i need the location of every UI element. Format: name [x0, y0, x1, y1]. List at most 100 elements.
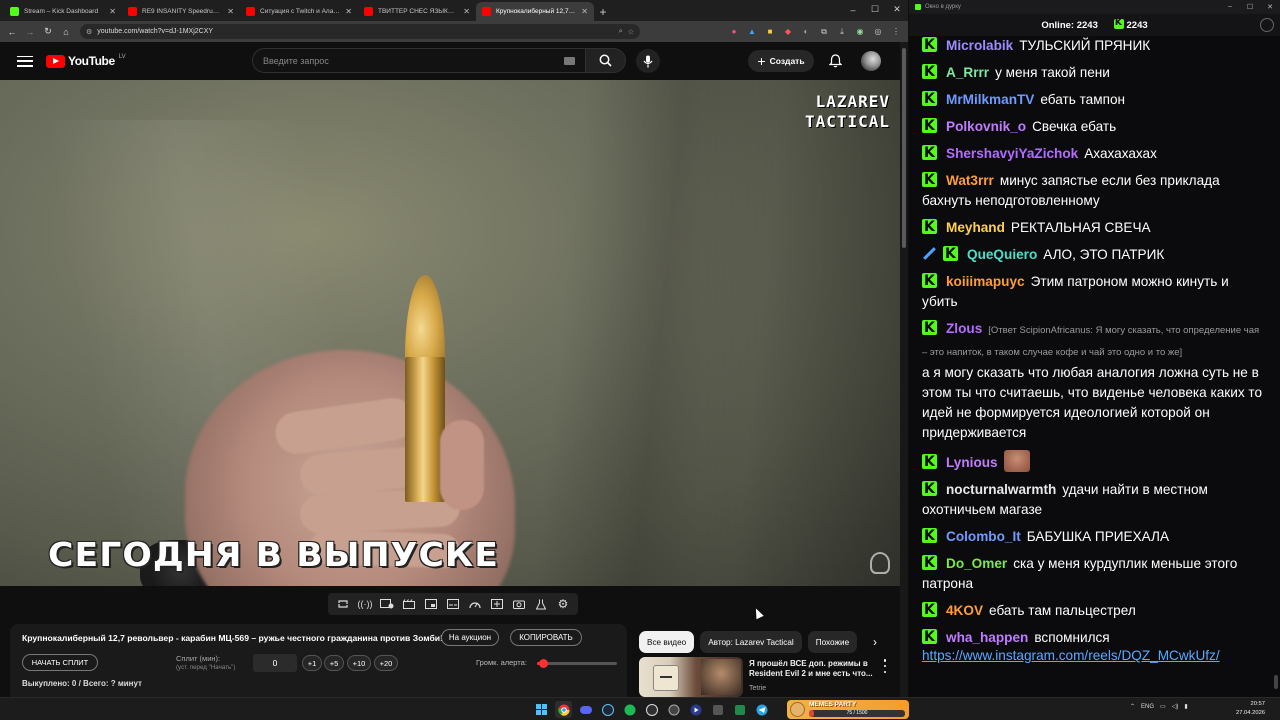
hamburger-menu-icon[interactable] — [17, 55, 33, 67]
subtitles-icon[interactable] — [445, 596, 461, 612]
chat-username[interactable]: koiiimapuyc — [946, 274, 1025, 289]
notifications-button[interactable] — [826, 52, 844, 70]
discord-icon[interactable] — [577, 701, 594, 718]
loop-icon[interactable] — [335, 596, 351, 612]
chip-all-videos[interactable]: Все видео — [639, 631, 695, 653]
telegram-icon[interactable] — [753, 701, 770, 718]
extension-icon[interactable]: ● — [726, 24, 742, 40]
start-split-button[interactable]: НАЧАТЬ СПЛИТ — [22, 654, 98, 671]
add-1-button[interactable]: +1 — [302, 655, 322, 671]
app-icon[interactable] — [731, 701, 748, 718]
chat-username[interactable]: ShershavyiYaZichok — [946, 146, 1078, 161]
minimize-button[interactable]: – — [1220, 3, 1240, 11]
maximize-button[interactable]: ☐ — [864, 0, 886, 19]
recommended-video[interactable]: Я прошёл ВСЕ доп. режимы в Resident Evil… — [639, 657, 897, 697]
recommended-channel[interactable]: Tetrie — [749, 685, 766, 692]
alert-volume-slider[interactable] — [537, 659, 617, 668]
close-window-button[interactable]: ✕ — [1260, 3, 1280, 11]
flask-icon[interactable] — [533, 596, 549, 612]
search-button[interactable] — [586, 48, 626, 73]
address-bar[interactable]: ⚙ youtube.com/watch?v=dJ-1MXj2CXY ⌕ ☆ — [80, 24, 640, 39]
close-icon[interactable]: ✕ — [345, 7, 352, 16]
add-20-button[interactable]: +20 — [374, 655, 398, 671]
network-icon[interactable]: ▭ — [1160, 703, 1166, 710]
close-window-button[interactable]: ✕ — [886, 0, 908, 19]
youtube-logo[interactable]: YouTube LV — [46, 54, 126, 68]
chip-similar[interactable]: Похожие — [807, 631, 858, 653]
avatar[interactable] — [861, 51, 881, 71]
clapperboard-icon[interactable] — [401, 596, 417, 612]
tab-re9-speedrun[interactable]: RE9 INSANITY Speedrun in 5:3 ✕ — [122, 2, 240, 21]
chat-username[interactable]: MrMilkmanTV — [946, 92, 1034, 107]
camera-icon[interactable] — [511, 596, 527, 612]
chat-username[interactable]: Lynious — [946, 455, 998, 470]
broadcast-icon[interactable]: ((·)) — [357, 596, 373, 612]
chat-username[interactable]: Meyhand — [946, 220, 1005, 235]
steam-icon[interactable] — [599, 701, 616, 718]
video-thumbnail[interactable] — [639, 657, 743, 697]
keyboard-icon[interactable] — [564, 56, 575, 65]
reload-icon[interactable]: ↻ — [40, 24, 56, 40]
add-5-button[interactable]: +5 — [324, 655, 344, 671]
language-indicator[interactable]: ENG — [1141, 704, 1154, 710]
windows-start-icon[interactable] — [533, 701, 550, 718]
voice-search-button[interactable] — [636, 49, 660, 73]
add-frame-icon[interactable] — [489, 596, 505, 612]
video-player[interactable]: LAZAREV TACTICAL СЕГОДНЯ В ВЫПУСКЕ — [0, 80, 900, 586]
split-minutes-input[interactable]: 0 — [253, 654, 297, 672]
chat-username[interactable]: Do_Omer — [946, 556, 1007, 571]
back-arrow-icon[interactable]: ← — [4, 24, 20, 40]
chip-by-author[interactable]: Автор: Lazarev Tactical — [700, 631, 802, 653]
search-input[interactable]: Введите запрос — [252, 48, 586, 73]
close-icon[interactable]: ✕ — [463, 7, 470, 16]
page-scrollbar[interactable] — [900, 42, 908, 697]
screenshot-settings-icon[interactable] — [379, 596, 395, 612]
forward-arrow-icon[interactable]: → — [22, 24, 38, 40]
tab-twitch-situation[interactable]: Ситуация с Twitch и Алабугой ✕ — [240, 2, 358, 21]
system-clock[interactable]: 20:57 27.04.2026 — [1236, 700, 1265, 718]
app-icon[interactable] — [709, 701, 726, 718]
extension-icon[interactable]: ◐ — [798, 24, 814, 40]
chat-messages[interactable]: Microlabik ТУЛЬСКИЙ ПРЯНИК A_Rrrr у меня та… — [915, 36, 1267, 691]
chat-scrollbar[interactable] — [1274, 36, 1278, 691]
profile-icon[interactable]: ◎ — [870, 24, 886, 40]
settings-icon[interactable] — [1260, 18, 1274, 32]
chat-username[interactable]: 4KOV — [946, 603, 983, 618]
chat-username[interactable]: Colombo_It — [946, 529, 1021, 544]
extensions-puzzle-icon[interactable]: ⧉ — [816, 24, 832, 40]
extension-icon[interactable]: ◉ — [852, 24, 868, 40]
media-player-icon[interactable] — [687, 701, 704, 718]
more-options-icon[interactable] — [881, 659, 889, 673]
chat-username[interactable]: wha_happen — [946, 630, 1028, 645]
home-icon[interactable]: ⌂ — [58, 24, 74, 40]
chat-link[interactable]: https://www.instagram.com/reels/DQZ_MCwk… — [922, 648, 1220, 663]
slider-knob[interactable] — [538, 659, 548, 668]
speed-gauge-icon[interactable] — [467, 596, 483, 612]
maximize-button[interactable]: ☐ — [1240, 3, 1260, 11]
chat-username[interactable]: Microlabik — [946, 38, 1013, 53]
copy-button[interactable]: КОПИРОВАТЬ — [510, 629, 582, 646]
bookmark-star-icon[interactable]: ☆ — [628, 28, 634, 36]
battery-icon[interactable]: ▮ — [1184, 703, 1187, 710]
tab-revolver-video[interactable]: Крупнокалиберный 12,7 револ ✕ — [476, 2, 594, 21]
chat-username[interactable]: nocturnalwarmth — [946, 482, 1056, 497]
add-10-button[interactable]: +10 — [347, 655, 371, 671]
memes-party-widget[interactable]: MEMES PARTY 75 / 1500 — [787, 700, 909, 719]
picture-in-picture-icon[interactable] — [423, 596, 439, 612]
chrome-icon[interactable] — [555, 701, 572, 718]
zoom-icon[interactable]: ⌕ — [619, 28, 623, 36]
spotify-icon[interactable] — [621, 701, 638, 718]
site-info-icon[interactable]: ⚙ — [86, 28, 92, 36]
minimize-button[interactable]: – — [842, 0, 864, 19]
tab-kick-dashboard[interactable]: Stream – Kick Dashboard ✕ — [4, 2, 122, 21]
close-icon[interactable]: ✕ — [581, 7, 588, 16]
chat-username[interactable]: A_Rrrr — [946, 65, 989, 80]
extension-icon[interactable]: ▲ — [744, 24, 760, 40]
tab-twitter[interactable]: ТВИТТЕР СНЕС ЯЗЫКОВОЙ БА ✕ — [358, 2, 476, 21]
create-button[interactable]: + Создать — [748, 50, 814, 72]
new-tab-button[interactable]: + — [594, 2, 612, 21]
menu-dots-icon[interactable]: ⋮ — [888, 24, 904, 40]
chat-username[interactable]: Wat3rrr — [946, 173, 994, 188]
chevron-right-icon[interactable]: › — [866, 633, 884, 651]
chat-username[interactable]: Zlous — [946, 321, 982, 336]
